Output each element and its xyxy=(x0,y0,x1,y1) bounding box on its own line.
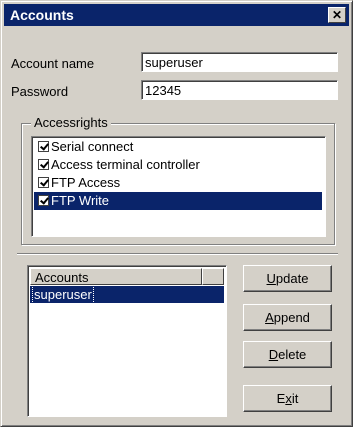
access-rights-list[interactable]: Serial connect Access terminal controlle… xyxy=(31,136,326,237)
checkbox-checked-icon[interactable] xyxy=(38,195,49,206)
access-right-serial-connect[interactable]: Serial connect xyxy=(34,138,322,156)
exit-button[interactable]: Exit xyxy=(243,385,332,412)
divider xyxy=(17,253,338,255)
account-name-input[interactable]: superuser xyxy=(141,52,338,72)
access-rights-legend: Accessrights xyxy=(31,115,111,130)
accounts-column-header[interactable]: Accounts xyxy=(30,268,202,285)
close-icon: ✕ xyxy=(331,8,343,22)
password-label: Password xyxy=(11,84,69,99)
close-button[interactable]: ✕ xyxy=(328,7,346,23)
checkbox-checked-icon[interactable] xyxy=(38,159,49,170)
password-input[interactable]: 12345 xyxy=(141,80,338,100)
checkbox-checked-icon[interactable] xyxy=(38,141,49,152)
table-row[interactable]: superuser xyxy=(30,285,224,304)
window-title: Accounts xyxy=(10,7,74,23)
update-button[interactable]: Update xyxy=(243,265,332,292)
empty-column-header[interactable] xyxy=(202,268,224,285)
access-right-terminal-controller[interactable]: Access terminal controller xyxy=(34,156,322,174)
accounts-table[interactable]: Accounts superuser xyxy=(27,265,227,417)
delete-button[interactable]: Delete xyxy=(243,341,332,368)
append-button[interactable]: Append xyxy=(243,304,332,331)
account-name-label: Account name xyxy=(11,56,95,71)
access-right-ftp-access[interactable]: FTP Access xyxy=(34,174,322,192)
accounts-dialog: Accounts ✕ Account name superuser Passwo… xyxy=(0,0,353,427)
access-right-ftp-write[interactable]: FTP Write xyxy=(34,192,322,210)
title-bar[interactable]: Accounts ✕ xyxy=(4,4,349,26)
checkbox-checked-icon[interactable] xyxy=(38,177,49,188)
account-cell: superuser xyxy=(32,285,94,304)
